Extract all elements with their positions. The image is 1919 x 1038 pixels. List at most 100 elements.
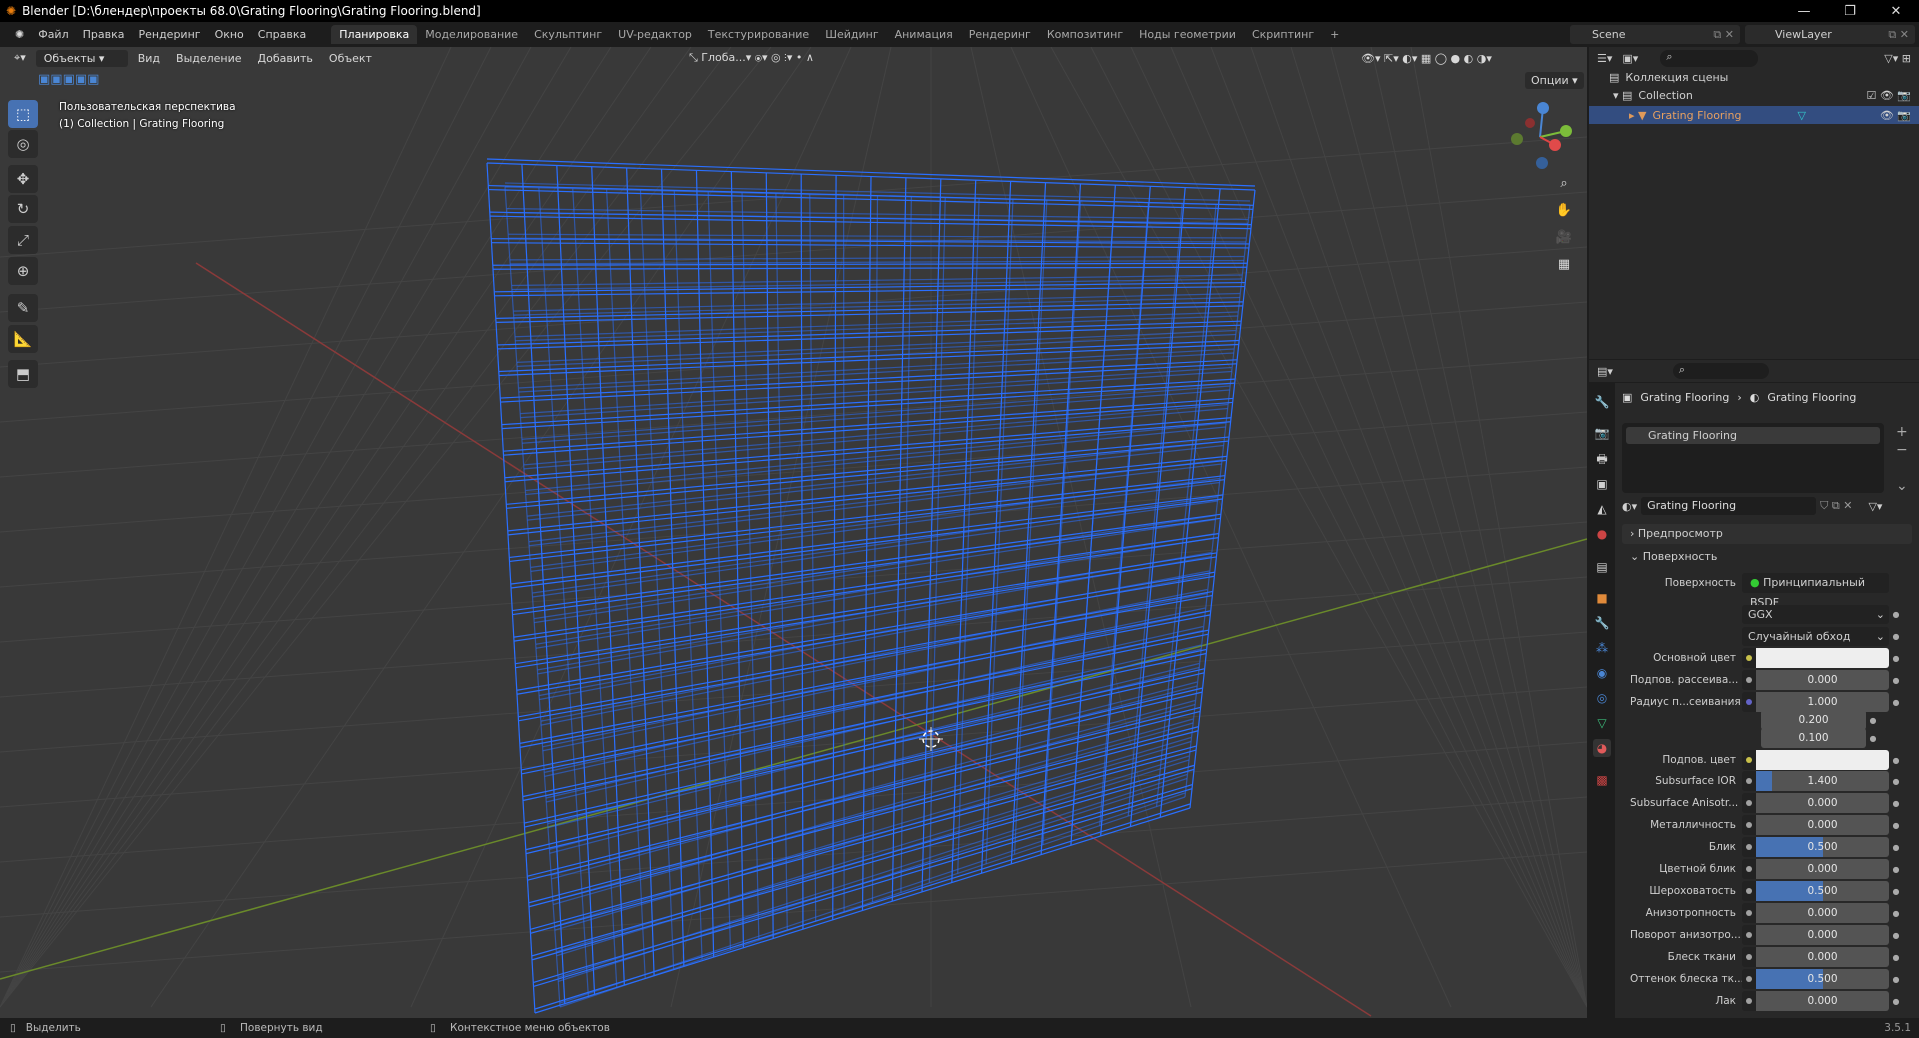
editor-type-button[interactable]: ⌖▾ [8,49,32,67]
keyframe-dot-icon[interactable]: ● [1889,676,1903,685]
transform-orientation-dropdown[interactable]: ⤡ Глоба...▾ ⦿▾ ◎ ⫶▾ • ∧ [683,49,820,67]
select-mode-icons[interactable]: ▣▣▣▣▣ [38,72,99,87]
keyframe-dot-icon[interactable]: ● [1889,975,1903,984]
editor-type-button[interactable]: ▤▾ [1597,365,1613,378]
mode-dropdown[interactable]: Объекты ▾ [35,49,128,67]
value-slider[interactable]: 0.200 [1761,710,1866,730]
keyframe-dot-icon[interactable]: ● [1889,843,1903,852]
material-actions[interactable]: ⛉ ⧉ ✕ [1820,499,1852,513]
tool-tab-icon[interactable]: 🔧 [1593,393,1611,411]
keyframe-dot-icon[interactable]: ● [1889,887,1903,896]
collection-tab-icon[interactable]: ▤ [1593,558,1611,576]
outliner-item-collection[interactable]: ▾ ▤ Collection ☑ 👁 📷 [1613,89,1919,102]
value-slider[interactable]: 0.000 [1756,925,1889,945]
value-slider[interactable]: 0.000 [1756,991,1889,1011]
socket-icon[interactable] [1742,771,1756,791]
output-tab-icon[interactable]: 🖶 [1593,450,1611,468]
socket-icon[interactable] [1742,881,1756,901]
subsurface-method-dropdown[interactable]: Случайный обход ⌄ [1742,626,1889,646]
menu-object[interactable]: Объект [323,50,378,67]
socket-icon[interactable] [1742,793,1756,813]
value-slider[interactable]: 0.000 [1756,903,1889,923]
socket-icon[interactable] [1742,991,1756,1011]
camera-view-icon[interactable]: 🎥 [1552,226,1576,250]
menu-view[interactable]: Вид [132,50,166,67]
constraints-tab-icon[interactable]: ◎ [1593,689,1611,707]
cursor-tool-icon[interactable]: ◎ [8,130,38,158]
value-slider[interactable]: 1.000 [1756,692,1889,712]
blender-menu-icon[interactable]: ✺ [8,25,31,44]
menu-edit[interactable]: Правка [76,25,132,44]
workspace-tab[interactable]: Шейдинг [817,25,886,44]
outliner-item-grating-flooring[interactable]: ▸ ▼ Grating Flooring ▽ 👁 📷 [1589,106,1919,124]
menu-file[interactable]: Файл [31,25,75,44]
distribution-dropdown[interactable]: GGX ⌄ [1742,604,1889,624]
keyframe-dot-icon[interactable]: ● [1889,931,1903,940]
keyframe-dot-icon[interactable]: ● [1889,909,1903,918]
rotate-tool-icon[interactable]: ↻ [8,195,38,223]
render-tab-icon[interactable]: 📷 [1593,424,1611,442]
scale-tool-icon[interactable]: ⤢ [8,226,38,254]
maximize-button[interactable]: ❐ [1827,4,1873,19]
workspace-tab[interactable]: Скульптинг [526,25,610,44]
minimize-button[interactable]: — [1781,4,1827,19]
socket-icon[interactable] [1742,750,1756,770]
value-slider[interactable]: 0.000 [1756,793,1889,813]
socket-icon[interactable] [1742,648,1756,668]
scene-tab-icon[interactable]: ◭ [1593,500,1611,518]
socket-icon[interactable] [1742,815,1756,835]
workspace-tab[interactable]: Анимация [887,25,961,44]
surface-shader-field[interactable]: ● Принципиальный BSDF [1742,573,1889,609]
value-slider[interactable]: 0.000 [1756,815,1889,835]
outliner-search-input[interactable]: ⌕ [1660,49,1759,67]
annotate-tool-icon[interactable]: ✎ [8,294,38,322]
menu-select[interactable]: Выделение [170,50,248,67]
workspace-tab[interactable]: Текстурирование [700,25,817,44]
keyframe-dot-icon[interactable]: ● [1889,654,1903,663]
link-dropdown[interactable]: ▽▾ [1868,500,1882,513]
select-box-tool-icon[interactable]: ⬚ [8,100,38,128]
close-button[interactable]: ✕ [1873,4,1919,19]
keyframe-dot-icon[interactable]: ● [1866,716,1880,725]
data-tab-icon[interactable]: ▽ [1593,714,1611,732]
socket-icon[interactable] [1742,692,1756,712]
pan-hand-icon[interactable]: ✋ [1552,199,1576,223]
options-dropdown[interactable]: Опции ▾ [1525,72,1584,89]
view-layer-tab-icon[interactable]: ▣ [1593,475,1611,493]
world-tab-icon[interactable]: ● [1593,525,1611,543]
material-name-field[interactable]: Grating Flooring [1641,497,1817,515]
keyframe-dot-icon[interactable]: ● [1889,997,1903,1006]
workspace-tab[interactable]: Рендеринг [961,25,1039,44]
object-tab-icon[interactable]: ■ [1593,589,1611,607]
ortho-grid-icon[interactable]: ▦ [1552,253,1576,277]
value-slider[interactable]: 0.100 [1761,728,1866,748]
view-layer-selector[interactable]: ViewLayer ⧉ ✕ [1745,25,1915,44]
keyframe-dot-icon[interactable]: ● [1889,698,1903,707]
keyframe-dot-icon[interactable]: ● [1889,865,1903,874]
shading-buttons[interactable]: 👁▾ ⇱▾ ◐▾ ▦ ◯ ● ◐ ◑▾ [1355,50,1498,67]
socket-icon[interactable] [1742,710,1756,730]
workspace-tab[interactable]: Планировка [331,25,418,44]
workspace-tab[interactable]: Ноды геометрии [1131,25,1244,44]
menu-add[interactable]: Добавить [252,50,319,67]
modifier-tab-icon[interactable]: 🔧 [1593,614,1611,632]
value-slider[interactable]: 0.000 [1756,947,1889,967]
browse-material-icon[interactable]: ◐▾ [1622,500,1637,513]
value-slider[interactable]: 1.400 [1756,771,1889,791]
add-cube-tool-icon[interactable]: ⬒ [8,360,38,388]
transform-tool-icon[interactable]: ⊕ [8,257,38,285]
socket-icon[interactable] [1742,925,1756,945]
workspace-tab[interactable]: UV-редактор [610,25,700,44]
filter-icon[interactable]: ▽▾ ⊞ [1884,52,1911,65]
value-slider[interactable]: 0.000 [1756,670,1889,690]
socket-icon[interactable] [1742,670,1756,690]
outliner-item-scene-collection[interactable]: ▤ Коллекция сцены [1609,71,1728,84]
material-tab-icon[interactable]: ◕ [1593,739,1611,757]
socket-icon[interactable] [1742,837,1756,857]
workspace-tab[interactable]: Моделирование [417,25,526,44]
socket-icon[interactable] [1742,903,1756,923]
value-slider[interactable]: 0.500 [1756,969,1889,989]
value-slider[interactable]: 0.500 [1756,881,1889,901]
scene-selector[interactable]: Scene ⧉ ✕ [1570,25,1740,44]
menu-window[interactable]: Окно [208,25,251,44]
